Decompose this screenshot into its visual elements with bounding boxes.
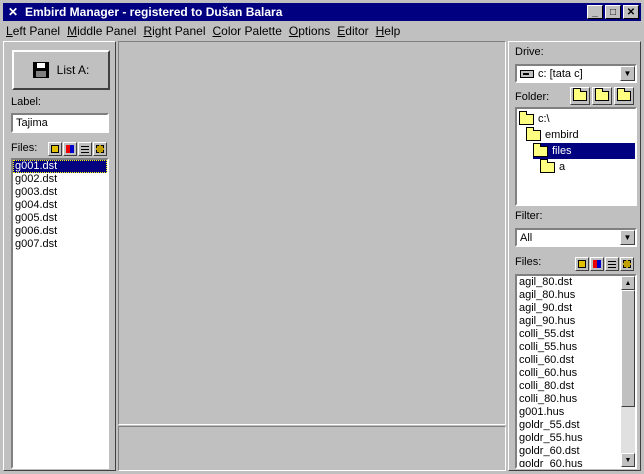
file-list-item[interactable]: agil_80.dst xyxy=(517,276,619,289)
label-input[interactable]: Tajima xyxy=(11,113,109,133)
folder-icon xyxy=(540,158,555,173)
file-list-item[interactable]: goldr_60.hus xyxy=(517,458,619,467)
file-list-item[interactable]: colli_55.dst xyxy=(517,328,619,341)
view-small-icon[interactable] xyxy=(63,142,77,156)
file-list-item[interactable]: g003.dst xyxy=(13,186,107,199)
file-list-item[interactable]: agil_90.dst xyxy=(517,302,619,315)
left-file-list[interactable]: g001.dst g002.dst g003.dst g004.dst g005.dst… xyxy=(11,158,109,469)
chevron-down-icon[interactable]: ▼ xyxy=(620,66,635,81)
middle-status-area xyxy=(118,426,506,471)
files-caption: Files: xyxy=(11,142,38,154)
file-list-item[interactable]: goldr_55.dst xyxy=(517,419,619,432)
title-bar: ✕ Embird Manager - registered to Dušan B… xyxy=(3,3,641,21)
file-list-item[interactable]: g007.dst xyxy=(13,238,107,251)
folder-tree-item[interactable]: embird xyxy=(526,126,579,143)
folder-tree-item[interactable]: files xyxy=(533,142,635,159)
view-thumbnails-icon[interactable] xyxy=(620,257,634,271)
file-list-item[interactable]: colli_60.dst xyxy=(517,354,619,367)
scroll-thumb[interactable] xyxy=(621,290,635,407)
open-folder-icon xyxy=(519,110,534,125)
file-list-item[interactable]: colli_80.dst xyxy=(517,380,619,393)
menu-bar: Left Panel Middle Panel Right Panel Colo… xyxy=(3,22,641,40)
file-list-item[interactable]: goldr_60.dst xyxy=(517,445,619,458)
middle-panel[interactable] xyxy=(118,41,506,425)
label-caption: Label: xyxy=(11,96,41,108)
chevron-down-icon[interactable]: ▼ xyxy=(620,230,635,245)
left-view-toolbar xyxy=(48,142,107,156)
new-folder-icon xyxy=(573,88,587,101)
menu-options[interactable]: Options xyxy=(286,24,333,38)
hard-drive-icon xyxy=(520,69,534,78)
menu-left-panel[interactable]: Left Panel xyxy=(3,24,63,38)
list-a-button[interactable]: List A: xyxy=(12,50,110,90)
file-list-item[interactable]: agil_80.hus xyxy=(517,289,619,302)
file-list-item[interactable]: g005.dst xyxy=(13,212,107,225)
menu-help[interactable]: Help xyxy=(373,24,404,38)
right-files-caption: Files: xyxy=(515,256,542,268)
open-folder-icon xyxy=(526,126,541,141)
file-list-item[interactable]: colli_80.hus xyxy=(517,393,619,406)
folder-name: c:\ xyxy=(538,113,550,125)
file-list-item[interactable]: goldr_55.hus xyxy=(517,432,619,445)
drive-value: c: [tata c] xyxy=(538,67,583,80)
file-list-item[interactable]: g001.dst xyxy=(13,160,107,173)
menu-color-palette[interactable]: Color Palette xyxy=(210,24,285,38)
file-list-item[interactable]: colli_60.hus xyxy=(517,367,619,380)
folder-name: embird xyxy=(545,129,579,141)
list-a-label: List A: xyxy=(56,63,90,77)
view-large-icon[interactable] xyxy=(48,142,62,156)
close-button[interactable]: ✕ xyxy=(623,5,639,19)
file-list-item[interactable]: g004.dst xyxy=(13,199,107,212)
view-list-icon[interactable] xyxy=(605,257,619,271)
minimize-button[interactable]: _ xyxy=(587,5,603,19)
folder-name: files xyxy=(552,145,572,157)
folder-caption: Folder: xyxy=(515,91,550,103)
file-list-item[interactable]: agil_90.hus xyxy=(517,315,619,328)
file-list-item[interactable]: g002.dst xyxy=(13,173,107,186)
scroll-down-icon[interactable]: ▼ xyxy=(621,453,635,467)
folder-name: a xyxy=(559,161,566,173)
new-folder-button[interactable] xyxy=(570,87,590,105)
view-thumbnails-icon[interactable] xyxy=(93,142,107,156)
open-folder-button[interactable] xyxy=(592,87,612,105)
app-icon[interactable]: ✕ xyxy=(5,4,21,20)
view-list-icon[interactable] xyxy=(78,142,92,156)
menu-right-panel[interactable]: Right Panel xyxy=(140,24,208,38)
parent-folder-button[interactable] xyxy=(614,87,634,105)
folder-tree-item[interactable]: a xyxy=(540,158,566,175)
view-large-icon[interactable] xyxy=(575,257,589,271)
folder-tree[interactable]: c:\ embird files a xyxy=(515,107,637,206)
right-view-toolbar xyxy=(575,257,634,271)
filter-value: All xyxy=(520,231,533,244)
left-panel: List A: Label: Tajima Files: g001.dst g00… xyxy=(3,41,116,471)
file-list-item[interactable]: g001.hus xyxy=(517,406,619,419)
file-list-item[interactable]: colli_55.hus xyxy=(517,341,619,354)
floppy-disk-icon xyxy=(32,62,49,78)
filter-caption: Filter: xyxy=(515,210,543,222)
folder-icon xyxy=(595,88,609,101)
open-folder-icon xyxy=(533,142,548,157)
right-panel: Drive: c: [tata c] ▼ Folder: c:\ embird fi… xyxy=(508,41,641,471)
folder-up-icon xyxy=(617,88,631,101)
file-list-item[interactable]: g006.dst xyxy=(13,225,107,238)
right-file-list[interactable]: agil_80.dst agil_80.hus agil_90.dst agil_90… xyxy=(517,276,619,467)
drive-select[interactable]: c: [tata c] ▼ xyxy=(515,64,637,83)
menu-editor[interactable]: Editor xyxy=(334,24,371,38)
maximize-button[interactable]: □ xyxy=(605,5,621,19)
drive-caption: Drive: xyxy=(515,46,544,58)
right-files-scrollbar[interactable]: ▲ ▼ xyxy=(621,276,635,467)
window-title: Embird Manager - registered to Dušan Bal… xyxy=(25,5,283,19)
menu-middle-panel[interactable]: Middle Panel xyxy=(64,24,139,38)
filter-select[interactable]: All ▼ xyxy=(515,228,637,247)
right-file-list-box: agil_80.dst agil_80.hus agil_90.dst agil_90… xyxy=(515,274,637,469)
view-small-icon[interactable] xyxy=(590,257,604,271)
folder-tree-item[interactable]: c:\ xyxy=(519,110,550,127)
scroll-up-icon[interactable]: ▲ xyxy=(621,276,635,290)
